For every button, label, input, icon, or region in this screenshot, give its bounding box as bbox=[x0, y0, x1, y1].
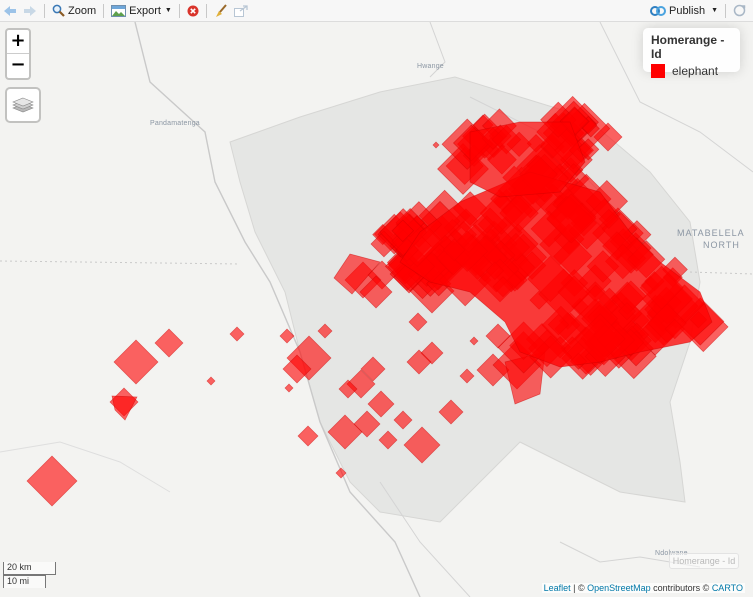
toolbar-divider bbox=[103, 3, 105, 18]
homerange-polygon[interactable] bbox=[229, 326, 245, 342]
province-boundary bbox=[689, 271, 753, 275]
close-circle-icon bbox=[187, 5, 199, 16]
homerange-polygon[interactable] bbox=[154, 328, 184, 358]
layers-button[interactable] bbox=[5, 87, 41, 123]
viewer-toolbar: Zoom Export ▼ Publish ▼ bbox=[0, 0, 753, 22]
place-label-hwange: Hwange bbox=[417, 63, 444, 70]
zoom-label: Zoom bbox=[68, 4, 97, 17]
legend-item-label: elephant bbox=[672, 64, 719, 78]
forward-button[interactable] bbox=[20, 1, 40, 21]
zoom-button[interactable]: Zoom bbox=[49, 1, 99, 21]
region-label: MATABELELA NORTH bbox=[677, 227, 745, 251]
province-boundary bbox=[0, 260, 241, 265]
carto-link[interactable]: CARTO bbox=[712, 583, 743, 593]
export-button[interactable]: Export ▼ bbox=[108, 1, 175, 21]
basemap bbox=[0, 22, 753, 597]
scale-km: 20 km bbox=[3, 562, 56, 575]
toolbar-divider bbox=[178, 3, 180, 18]
chevron-down-icon: ▼ bbox=[711, 7, 718, 14]
scale-bar: 20 km 10 mi bbox=[3, 562, 56, 588]
publish-label: Publish bbox=[668, 4, 706, 17]
homerange-polygon[interactable] bbox=[279, 328, 295, 344]
zoom-out-button[interactable]: − bbox=[7, 54, 29, 78]
publish-icon bbox=[649, 5, 666, 16]
brush-button[interactable] bbox=[211, 1, 231, 21]
homerange-polygon[interactable] bbox=[26, 455, 78, 507]
zoom-in-button[interactable]: + bbox=[7, 30, 29, 54]
refresh-button[interactable] bbox=[730, 1, 749, 21]
publish-button[interactable]: Publish ▼ bbox=[647, 1, 721, 21]
road-line bbox=[0, 441, 171, 493]
zoom-control: + − bbox=[5, 28, 31, 80]
arrow-left-icon bbox=[4, 5, 16, 16]
homerange-polygon[interactable] bbox=[284, 383, 294, 393]
layers-icon bbox=[12, 97, 34, 113]
toolbar-divider bbox=[205, 3, 207, 18]
homerange-polygon[interactable] bbox=[206, 376, 216, 386]
legend-item: elephant bbox=[651, 64, 732, 78]
place-label-pandamatenga: Pandamatenga bbox=[150, 120, 200, 127]
homerange-polygon[interactable] bbox=[111, 395, 138, 421]
export-label: Export bbox=[129, 4, 161, 17]
clear-button[interactable] bbox=[184, 1, 202, 21]
toolbar-divider bbox=[725, 3, 726, 18]
magnifier-icon bbox=[52, 4, 65, 17]
legend-title: Homerange - Id bbox=[651, 33, 725, 61]
homerange-polygon[interactable] bbox=[113, 339, 159, 385]
region-label-line2: NORTH bbox=[703, 240, 740, 250]
attribution-mid: contributors © bbox=[650, 583, 712, 593]
faded-legend-label: Homerange - Id bbox=[669, 553, 739, 569]
toolbar-divider bbox=[44, 3, 45, 18]
arrow-right-icon bbox=[24, 5, 36, 16]
scale-mi: 10 mi bbox=[3, 575, 46, 588]
export-image-icon bbox=[111, 4, 127, 17]
osm-link[interactable]: OpenStreetMap bbox=[587, 583, 651, 593]
region-label-line1: MATABELELA bbox=[677, 228, 745, 238]
legend-swatch bbox=[651, 64, 665, 78]
attribution-sep: | © bbox=[570, 583, 588, 593]
refresh-icon bbox=[733, 4, 746, 17]
leaflet-link[interactable]: Leaflet bbox=[544, 583, 571, 593]
back-button[interactable] bbox=[0, 1, 20, 21]
attribution: Leaflet | © OpenStreetMap contributors ©… bbox=[541, 583, 745, 593]
popout-button[interactable] bbox=[231, 1, 251, 21]
homerange-polygon[interactable] bbox=[297, 425, 319, 447]
chevron-down-icon: ▼ bbox=[164, 7, 172, 14]
map-viewport[interactable]: Hwange Pandamatenga Ndolwane MATABELELA … bbox=[0, 22, 753, 597]
broom-icon bbox=[215, 3, 227, 17]
legend: Homerange - Id elephant bbox=[643, 28, 740, 78]
popout-window-icon bbox=[233, 4, 248, 17]
